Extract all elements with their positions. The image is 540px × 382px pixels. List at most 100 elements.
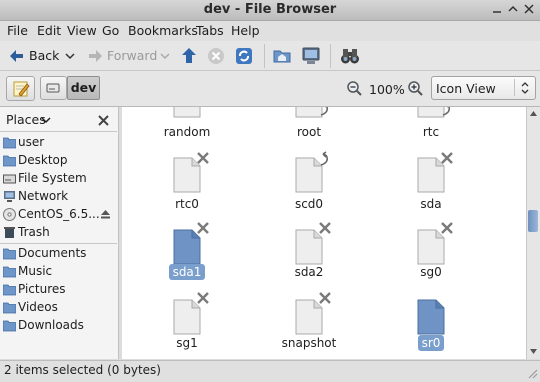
- back-label: Back: [29, 48, 60, 63]
- file-item-selected[interactable]: sr0: [396, 291, 466, 353]
- sidebar-item-music[interactable]: Music: [3, 263, 117, 280]
- zoom-out-button[interactable]: [346, 80, 362, 96]
- eject-icon[interactable]: [100, 209, 111, 220]
- file-item[interactable]: sda: [396, 151, 466, 211]
- scroll-up-icon[interactable]: [529, 110, 538, 117]
- sidebar-item-label: Downloads: [18, 318, 84, 332]
- trash-icon: [4, 227, 15, 238]
- up-button[interactable]: [180, 47, 198, 65]
- sidebar-item-label: Documents: [18, 246, 87, 260]
- close-icon: [524, 4, 534, 14]
- reload-button[interactable]: [235, 47, 253, 65]
- menu-go[interactable]: Go: [102, 23, 119, 38]
- sidebar-item-downloads[interactable]: Downloads: [3, 317, 117, 334]
- file-name: sda1: [152, 264, 222, 280]
- back-button[interactable]: Back: [6, 46, 76, 66]
- file-item[interactable]: sda2: [274, 221, 344, 281]
- sidebar-item-label: Pictures: [18, 282, 66, 296]
- toolbar-separator: [264, 44, 265, 68]
- home-folder-icon: [273, 50, 291, 63]
- sidebar-item-desktop[interactable]: Desktop: [3, 152, 117, 169]
- file-name: scd0: [294, 197, 324, 211]
- sidebar-item-videos[interactable]: Videos: [3, 299, 117, 316]
- file-icon-view[interactable]: random root rtc rtc0 scd0 sda sda1 sda2: [122, 107, 526, 359]
- file-name: sda: [420, 197, 442, 211]
- file-item[interactable]: rtc0: [152, 151, 222, 211]
- sidebar-item-documents[interactable]: Documents: [3, 245, 117, 262]
- zoom-level[interactable]: 100%: [369, 82, 405, 97]
- reload-icon: [236, 48, 252, 64]
- no-access-x-icon: [197, 152, 209, 164]
- sidebar-divider: [0, 243, 117, 244]
- menu-view[interactable]: View: [67, 23, 97, 38]
- symlink-arrow-icon: [320, 151, 329, 166]
- file-name: sg0: [420, 265, 442, 279]
- file-item[interactable]: root: [274, 107, 344, 143]
- sidebar-item-pictures[interactable]: Pictures: [3, 281, 117, 298]
- chevron-down-icon: [41, 117, 51, 124]
- resize-grip-icon[interactable]: [526, 367, 538, 379]
- select-divider: [514, 79, 515, 96]
- path-root-button[interactable]: [40, 76, 67, 100]
- sidebar-item-user[interactable]: user: [3, 134, 117, 151]
- close-sidebar-button[interactable]: [97, 114, 110, 127]
- scroll-down-icon[interactable]: [529, 348, 538, 355]
- optical-disc-icon: [3, 208, 16, 221]
- view-mode-select[interactable]: Icon View: [431, 76, 536, 100]
- forward-button[interactable]: Forward: [85, 46, 171, 66]
- menu-file[interactable]: File: [7, 23, 28, 38]
- file-item[interactable]: sg0: [396, 221, 466, 281]
- vertical-scrollbar[interactable]: [526, 107, 540, 359]
- menu-bookmarks[interactable]: Bookmarks: [128, 23, 198, 38]
- folder-icon: [3, 320, 16, 332]
- sidebar-item-file-system[interactable]: File System: [3, 170, 117, 187]
- drive-icon: [3, 174, 16, 184]
- menu-help[interactable]: Help: [231, 23, 260, 38]
- stop-button[interactable]: [207, 47, 225, 65]
- file-name: root: [296, 125, 322, 139]
- no-access-x-icon: [197, 292, 209, 304]
- zoom-in-button[interactable]: [407, 80, 423, 96]
- binoculars-icon: [341, 49, 359, 64]
- menu-edit[interactable]: Edit: [37, 23, 61, 38]
- zoom-in-icon: [408, 81, 423, 96]
- minimize-button[interactable]: [490, 2, 504, 16]
- close-window-button[interactable]: [522, 2, 536, 16]
- file-name: snapshot: [281, 336, 337, 350]
- network-icon: [4, 191, 15, 202]
- sidebar-divider: [0, 131, 117, 132]
- maximize-button[interactable]: [506, 2, 520, 16]
- back-arrow-icon: [10, 50, 23, 62]
- file-item[interactable]: rtc: [396, 107, 466, 143]
- breadcrumb-dev[interactable]: dev: [67, 76, 100, 100]
- menu-tabs[interactable]: Tabs: [196, 23, 224, 38]
- file-item-selected[interactable]: sda1: [152, 221, 222, 281]
- symlink-arrow-icon: [320, 107, 329, 116]
- file-item[interactable]: random: [152, 107, 222, 143]
- toolbar: [0, 41, 540, 71]
- pencil-note-icon: [13, 81, 30, 97]
- sidebar-item-network[interactable]: Network: [3, 188, 117, 205]
- window-title: dev - File Browser: [203, 2, 337, 17]
- status-text: 2 items selected (0 bytes): [4, 363, 161, 377]
- toggle-location-entry-button[interactable]: [6, 76, 35, 101]
- sidebar-item-label: File System: [18, 171, 87, 185]
- no-access-x-icon: [319, 222, 331, 234]
- sidebar-item-label: Music: [18, 264, 53, 278]
- sidebar-item-label: CentOS_6.5...: [18, 207, 100, 221]
- places-label: Places: [6, 112, 46, 127]
- search-button[interactable]: [340, 46, 360, 66]
- file-item[interactable]: snapshot: [274, 291, 344, 353]
- sidebar-item-label: user: [18, 135, 45, 149]
- home-button[interactable]: [273, 47, 291, 65]
- computer-button[interactable]: [301, 46, 321, 66]
- sidebar-item-centos-disc[interactable]: CentOS_6.5...: [3, 206, 117, 223]
- sidebar-item-label: Network: [18, 189, 69, 203]
- stop-icon: [208, 48, 224, 64]
- file-item[interactable]: sg1: [152, 291, 222, 353]
- device-file-icon: [417, 299, 445, 335]
- sidebar-item-trash[interactable]: Trash: [3, 224, 117, 241]
- close-icon: [98, 115, 109, 126]
- file-item[interactable]: scd0: [274, 151, 344, 211]
- scrollbar-thumb[interactable]: [528, 210, 538, 232]
